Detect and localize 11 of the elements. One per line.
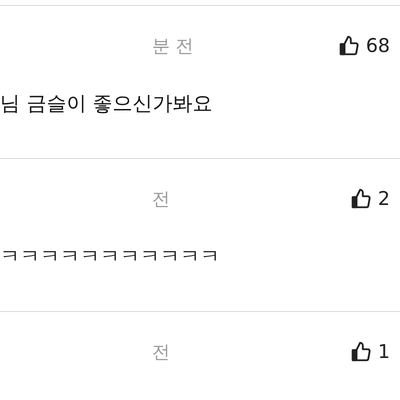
thumbs-up-icon [350,341,372,363]
comment-text: ㅋㅋㅋㅋㅋㅋㅋㅋㅋㅋㅋ [0,243,220,270]
comment-time: 분 전 [152,34,194,58]
comment-text: 님 금슬이 좋으신가봐요 [0,90,213,117]
like-count: 1 [378,340,390,365]
like-count: 2 [378,186,390,212]
thumbs-up-icon [350,188,372,210]
comment-time: 전 [152,340,170,364]
thumbs-up-icon [338,35,360,57]
like-count: 68 [366,34,390,59]
comment-time: 전 [152,188,170,212]
